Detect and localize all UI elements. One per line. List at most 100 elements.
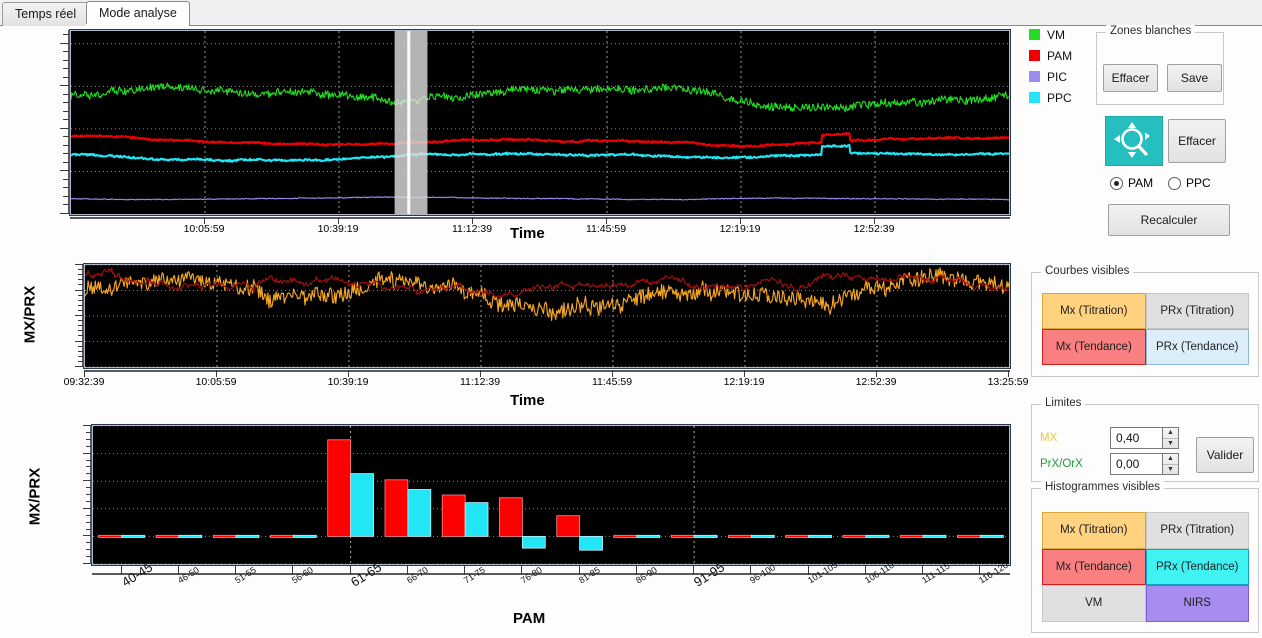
pam-histogram-plot-area[interactable] [91, 424, 1011, 566]
mxprx-y-minor-tick [78, 274, 83, 276]
vitals-y-minor-tick [63, 136, 69, 138]
limite-mx-spin-up-icon[interactable]: ▲ [1163, 428, 1178, 439]
vitals-y-minor-tick [60, 170, 69, 172]
mxprx-y-minor-tick [78, 294, 83, 296]
mxprx-xtick-label: 09:32:39 [63, 376, 105, 388]
pam-histogram-x-axis-title: PAM [513, 610, 546, 627]
histogramme-toggle-vm[interactable]: VM [1042, 585, 1146, 622]
tab-temps-reel[interactable]: Temps réel [2, 2, 90, 26]
vitals-y-minor-tick [63, 195, 69, 197]
vitals-y-minor-tick [63, 161, 69, 163]
zones-blanches-save-button[interactable]: Save [1167, 64, 1222, 92]
mxprx-x-minor-tick [84, 370, 85, 377]
vm-color-swatch [1029, 29, 1040, 40]
limite-label-prx-orx: PrX/OrX [1040, 458, 1083, 470]
vitals-y-minor-tick [63, 153, 69, 155]
limite-prx-orx-spin-up-icon[interactable]: ▲ [1163, 454, 1178, 465]
legend-item-vm[interactable]: VM [1029, 24, 1091, 45]
zoom-pan-magnifier-icon [1114, 122, 1150, 158]
mxprx-plot-area[interactable] [83, 263, 1011, 369]
histogramme-toggle-prx-titration[interactable]: PRx (Titration) [1145, 512, 1249, 549]
mxprx-x-minor-tick [744, 370, 745, 377]
vitals-y-minor-tick [63, 76, 69, 78]
series-legend: VM PAM PIC PPC [1029, 24, 1091, 108]
pam-histogram-y-minor-tick [86, 431, 91, 433]
courbe-toggle-prx-tendance[interactable]: PRx (Tendance) [1145, 329, 1249, 365]
pam-histogram-y-minor-tick [83, 425, 91, 426]
pam-histogram-y-minor-tick [86, 466, 91, 468]
pam-histogram-x-tick [120, 566, 122, 575]
mxprx-y-minor-tick [78, 335, 83, 337]
pam-histogram-xtick-label: 86-90 [633, 564, 659, 586]
mxprx-y-minor-tick [78, 269, 83, 271]
mxprx-y-minor-tick [75, 366, 83, 367]
pam-histogram-y-minor-tick [83, 452, 91, 454]
pam-radio-icon[interactable] [1110, 176, 1123, 190]
pam-histogram-y-minor-tick [86, 514, 91, 516]
histogrammes-visibles-toggles: Mx (Titration) PRx (Titration) Mx (Tenda… [1042, 512, 1249, 622]
pam-histogram-x-tick [807, 566, 809, 575]
vitals-x-minor-tick [204, 217, 205, 224]
mxprx-xtick-label: 11:12:39 [459, 376, 501, 388]
histogramme-toggle-prx-tendance[interactable]: PRx (Tendance) [1145, 548, 1249, 586]
zones-blanches-effacer-button[interactable]: Effacer [1103, 64, 1158, 92]
zones-blanches-title: Zones blanches [1106, 25, 1196, 37]
pam-color-swatch [1029, 50, 1040, 61]
limite-mx-spinner[interactable]: ▲ ▼ [1110, 427, 1179, 449]
histogramme-toggle-mx-tendance[interactable]: Mx (Tendance) [1042, 548, 1146, 586]
recalculer-button[interactable]: Recalculer [1108, 204, 1230, 236]
vitals-y-minor-tick [60, 42, 69, 44]
mxprx-y-minor-tick [78, 345, 83, 347]
courbe-toggle-mx-tendance[interactable]: Mx (Tendance) [1042, 329, 1146, 365]
legend-item-ppc[interactable]: PPC [1029, 87, 1091, 108]
zoom-effacer-button[interactable]: Effacer [1168, 119, 1226, 163]
courbe-toggle-prx-titration[interactable]: PRx (Titration) [1145, 293, 1249, 329]
mxprx-x-minor-tick [480, 370, 481, 377]
tab-mode-analyse[interactable]: Mode analyse [86, 1, 190, 26]
tab-bar: Temps réel Mode analyse [0, 0, 1262, 27]
valider-button[interactable]: Valider [1196, 437, 1254, 473]
pam-histogram-y-minor-tick [86, 500, 91, 502]
radio-option-ppc[interactable]: PPC [1168, 176, 1211, 190]
pam-histogram-y-minor-tick [86, 487, 91, 489]
limite-prx-orx-spinner[interactable]: ▲ ▼ [1110, 453, 1179, 475]
histogrammes-visibles-title: Histogrammes visibles [1041, 481, 1165, 493]
pam-histogram-x-tick [635, 566, 637, 575]
pam-histogram-y-minor-tick [83, 480, 91, 482]
pam-histogram-y-minor-tick [86, 521, 91, 523]
pam-histogram-x-tick [177, 566, 179, 575]
mxprx-xtick-label: 12:19:19 [723, 376, 765, 388]
limite-mx-input[interactable] [1110, 427, 1162, 449]
legend-item-pam[interactable]: PAM [1029, 45, 1091, 66]
mxprx-x-axis-title: Time [510, 392, 545, 409]
mxprx-y-minor-tick [75, 264, 83, 265]
pic-color-swatch [1029, 71, 1040, 82]
histogramme-toggle-mx-titration[interactable]: Mx (Titration) [1042, 512, 1146, 549]
limite-mx-spin-buttons[interactable]: ▲ ▼ [1162, 427, 1179, 449]
limite-prx-orx-spin-buttons[interactable]: ▲ ▼ [1162, 453, 1179, 475]
pam-histogram-xtick-label: 66-70 [404, 564, 430, 586]
pam-histogram-x-tick [578, 566, 580, 575]
pam-histogram-y-axis-title: MX/PRX [26, 467, 44, 526]
vitals-plot-area[interactable] [69, 29, 1011, 216]
legend-label-vm: VM [1047, 27, 1065, 42]
vitals-y-minor-tick [63, 93, 69, 95]
mxprx-y-minor-tick [75, 315, 83, 316]
vitals-xtick-label: 12:52:39 [853, 223, 895, 235]
limite-mx-spin-down-icon[interactable]: ▼ [1163, 439, 1178, 449]
pam-histogram-y-minor-tick [86, 556, 91, 558]
courbe-toggle-mx-titration[interactable]: Mx (Titration) [1042, 293, 1146, 329]
radio-option-pam[interactable]: PAM [1110, 176, 1153, 190]
mxprx-x-minor-tick [1008, 370, 1009, 377]
histogramme-toggle-nirs[interactable]: NIRS [1145, 585, 1249, 622]
mxprx-y-minor-tick [78, 330, 83, 332]
limites-title: Limites [1041, 397, 1086, 409]
vitals-x-spine [70, 217, 1010, 219]
vitals-y-minor-tick [63, 59, 69, 61]
limite-prx-orx-spin-down-icon[interactable]: ▼ [1163, 465, 1178, 475]
limite-prx-orx-input[interactable] [1110, 453, 1162, 475]
radio-label-pam: PAM [1128, 176, 1154, 190]
legend-item-pic[interactable]: PIC [1029, 66, 1091, 87]
zoom-pan-tool-button[interactable] [1105, 116, 1163, 166]
ppc-radio-icon[interactable] [1168, 176, 1181, 190]
